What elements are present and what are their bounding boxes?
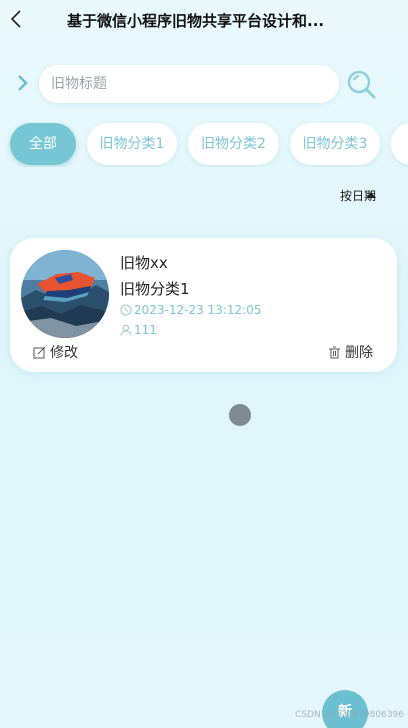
item-date-text: 2023-12-23 13:12:05 (134, 303, 262, 317)
tab-category-more[interactable] (391, 123, 408, 165)
sort-up-icon[interactable] (366, 192, 376, 198)
tab-category-1[interactable]: 旧物分类1 (87, 123, 177, 165)
item-views-text: 111 (134, 323, 157, 337)
category-tabs: 全部 旧物分类1 旧物分类2 旧物分类3 (0, 121, 408, 167)
edit-icon (33, 346, 46, 359)
user-icon (120, 324, 132, 336)
delete-button-label: 删除 (345, 345, 373, 361)
chevron-right-icon (18, 75, 28, 91)
add-button[interactable]: 新 (322, 690, 368, 728)
search-icon[interactable] (345, 68, 377, 100)
search-field[interactable] (39, 65, 339, 103)
watermark: CSDN @QQ1879806396 (295, 710, 404, 720)
tab-category-2[interactable]: 旧物分类2 (188, 123, 279, 165)
edit-button-label: 修改 (50, 345, 78, 361)
item-thumbnail (21, 250, 109, 338)
item-views: 111 (120, 323, 157, 337)
search-input[interactable] (51, 73, 321, 95)
item-name: 旧物xx (120, 254, 168, 272)
tab-all[interactable]: 全部 (10, 123, 76, 165)
loading-indicator (229, 404, 251, 426)
tab-category-3[interactable]: 旧物分类3 (290, 123, 380, 165)
trash-icon (329, 346, 340, 359)
edit-button[interactable]: 修改 (33, 342, 78, 362)
delete-button[interactable]: 删除 (328, 342, 373, 362)
clock-icon (120, 304, 132, 316)
header-bar: 基于微信小程序旧物共享平台设计和... (0, 0, 408, 44)
search-bar (0, 62, 408, 106)
list-item[interactable]: 旧物xx 旧物分类1 2023-12-23 13:12:05 111 修改 删除 (10, 238, 397, 372)
page-title: 基于微信小程序旧物共享平台设计和... (67, 12, 325, 30)
item-category: 旧物分类1 (120, 280, 190, 298)
chevron-left-icon[interactable] (6, 8, 28, 30)
item-date: 2023-12-23 13:12:05 (120, 303, 261, 317)
